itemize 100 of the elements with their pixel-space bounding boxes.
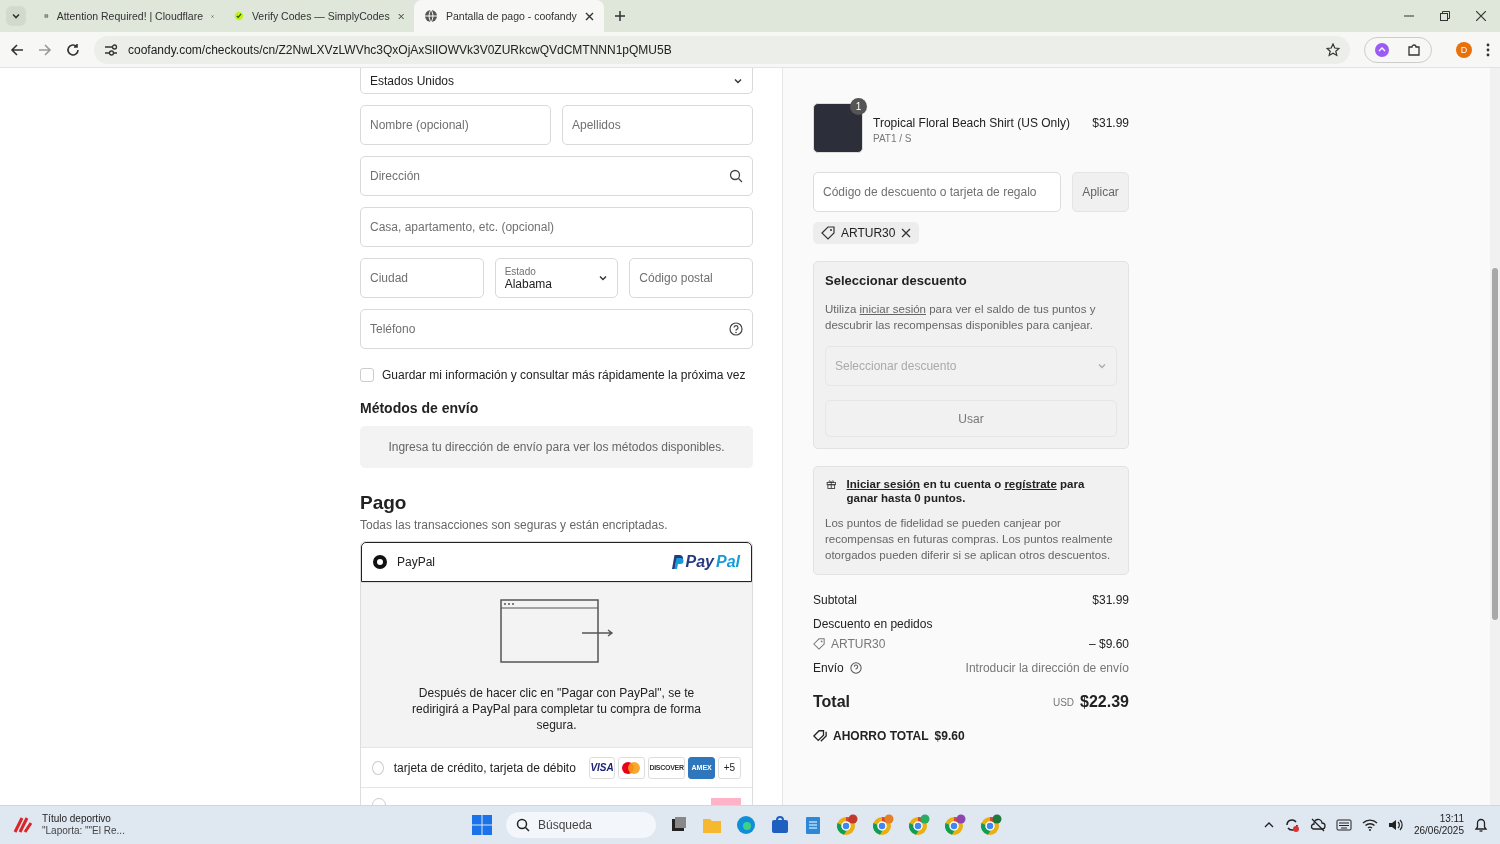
country-select[interactable]: Estados Unidos [360, 68, 753, 94]
discount-label: Descuento en pedidos [813, 617, 933, 631]
bookmark-star-icon[interactable] [1326, 42, 1340, 57]
browser-tab[interactable]: Verify Codes — SimplyCodes [224, 0, 414, 32]
extension-icon[interactable] [1375, 42, 1389, 57]
chrome-profile-icon[interactable] [944, 814, 966, 836]
currency-code: USD [1052, 696, 1075, 708]
address-bar[interactable]: coofandy.com/checkouts/cn/Z2NwLXVzLWVhc3QxOjAxSlIOWVk3V0ZURkcwQVdCMTNNN1pQMU5B [94, 35, 1350, 64]
back-arrow-icon[interactable] [10, 42, 24, 57]
input-field[interactable]: Ciudad [360, 258, 484, 298]
widget-title: Título deportivo [42, 813, 112, 825]
register-link[interactable]: regístrate [1004, 478, 1057, 490]
chevron-down-icon [598, 273, 609, 283]
keyboard-icon[interactable] [1335, 819, 1352, 831]
paypal-redirect-text: Después de hacer clic en "Pagar con PayPal", se te redirigirá a PayPal para completar tu compra de forma segura. [411, 685, 702, 733]
forward-arrow-icon[interactable] [38, 42, 52, 57]
discount-value: – $9.60 [1088, 637, 1129, 651]
points-headline: Iniciar sesión en tu cuenta o regístrate para ganar hasta 0 puntos. [846, 477, 1086, 505]
discount-code: ARTUR30 [831, 637, 886, 651]
shirt-photo-placeholder [813, 103, 863, 153]
payment-option[interactable]: PayPal PayPal [361, 542, 752, 582]
clock-date: 26/06/2025 [1413, 825, 1464, 837]
input-field[interactable]: Apellidos [562, 105, 753, 145]
clock-time: 13:11 [1439, 813, 1464, 825]
windows-start-icon[interactable] [472, 815, 492, 835]
chrome-profile-icon[interactable] [836, 814, 858, 836]
cloud-off-icon[interactable] [1309, 818, 1326, 832]
product-price: $31.99 [1092, 115, 1129, 130]
total-label: Total [813, 693, 851, 711]
task-view-icon[interactable] [670, 816, 688, 834]
subtotal-label: Subtotal [813, 593, 858, 607]
input-field[interactable]: Código postal [629, 258, 753, 298]
chrome-profile-icon[interactable] [872, 814, 894, 836]
mastercard-logo [618, 756, 645, 779]
product-name: Tropical Floral Beach Shirt (US Only) [873, 116, 1071, 130]
menu-icon[interactable] [1486, 42, 1490, 57]
product-variant: PAT1 / S [873, 133, 913, 144]
taskbar-search[interactable]: Búsqueda [506, 812, 656, 838]
browser-tab[interactable]: Pantalla de pago - coofandy [414, 0, 604, 32]
wifi-icon[interactable] [1361, 818, 1378, 832]
store-icon[interactable] [770, 815, 790, 835]
login-link[interactable]: Iniciar sesión [846, 478, 921, 490]
input-field[interactable]: Casa, apartamento, etc. (opcional) [360, 207, 753, 247]
reload-icon[interactable] [66, 42, 80, 57]
close-icon[interactable] [585, 11, 594, 21]
radio-button[interactable] [373, 555, 387, 569]
chevron-down-icon [11, 11, 21, 21]
sync-icon[interactable] [1283, 817, 1300, 833]
chevron-up-icon[interactable] [1263, 821, 1274, 829]
visa-logo: VISA [588, 756, 616, 779]
savings-value: $9.60 [934, 729, 965, 743]
volume-icon[interactable] [1387, 818, 1404, 832]
more-cards-badge: +5 [717, 756, 741, 779]
section-heading: Métodos de envío [360, 400, 480, 416]
site-settings-icon[interactable] [104, 42, 118, 57]
help-icon[interactable] [729, 322, 743, 336]
notification-bell-icon[interactable] [1474, 817, 1488, 833]
panel-title: Seleccionar descuento [825, 273, 968, 288]
notepad-icon[interactable] [804, 815, 822, 835]
shipping-label: Envío [813, 661, 844, 675]
checkbox[interactable] [360, 368, 374, 382]
widget-subtitle: "Laporta: ""El Re... [42, 825, 125, 837]
discount-code-field[interactable]: Código de descuento o tarjeta de regalo [813, 172, 1061, 212]
restore-icon[interactable] [1440, 11, 1450, 21]
payment-subtitle: Todas las transacciones son seguras y están encriptadas. [360, 518, 669, 532]
input-field[interactable]: Nombre (opcional) [360, 105, 551, 145]
chevron-down-icon [1097, 361, 1107, 371]
tag-icon [813, 638, 825, 650]
tag-icon [821, 226, 835, 240]
new-tab-icon[interactable] [614, 10, 626, 22]
state-select[interactable]: Estado Alabama [494, 258, 619, 298]
discount-code: ARTUR30 [841, 226, 896, 240]
edge-browser-icon[interactable] [736, 815, 756, 835]
input-field[interactable]: Teléfono [360, 309, 753, 349]
chrome-profile-icon[interactable] [908, 814, 930, 836]
gift-icon [826, 477, 837, 491]
subtotal-value: $31.99 [1092, 593, 1129, 607]
tags-icon [813, 729, 827, 743]
savings-label: AHORRO TOTAL [833, 729, 929, 743]
search-icon [516, 818, 530, 832]
use-button[interactable]: Usar [825, 400, 1117, 437]
shipping-notice: Ingresa tu dirección de envío para ver los métodos disponibles. [360, 426, 753, 468]
scrollbar[interactable] [1490, 68, 1500, 805]
apply-button[interactable]: Aplicar [1072, 172, 1129, 212]
section-heading: Pago [360, 492, 408, 514]
search-icon [729, 169, 743, 183]
shipping-value: Introducir la dirección de envío [965, 661, 1129, 675]
points-description: Los puntos de fidelidad se pueden canjear por recompensas en futuras compras. Los puntos realmente otorgados pueden diferir si se aplican otros descuentos. [825, 516, 1114, 563]
remove-icon[interactable] [901, 228, 912, 238]
panel-text: Utiliza iniciar sesión para ver el saldo de tus puntos y descubrir las recompensas disponibles para canjear. [825, 303, 1096, 331]
browser-tab[interactable]: Attention Required! | Cloudflare [34, 0, 224, 32]
login-link[interactable]: iniciar sesión [859, 303, 926, 315]
input-field[interactable]: Dirección [360, 156, 753, 196]
close-icon[interactable] [1476, 11, 1486, 21]
tab-list-button[interactable] [6, 6, 26, 26]
quantity-badge: 1 [850, 98, 867, 115]
total-value: $22.39 [1080, 693, 1129, 711]
help-icon[interactable] [849, 662, 862, 674]
paypal-logo: PayPal [669, 553, 740, 571]
chrome-profile-icon[interactable] [980, 814, 1002, 836]
